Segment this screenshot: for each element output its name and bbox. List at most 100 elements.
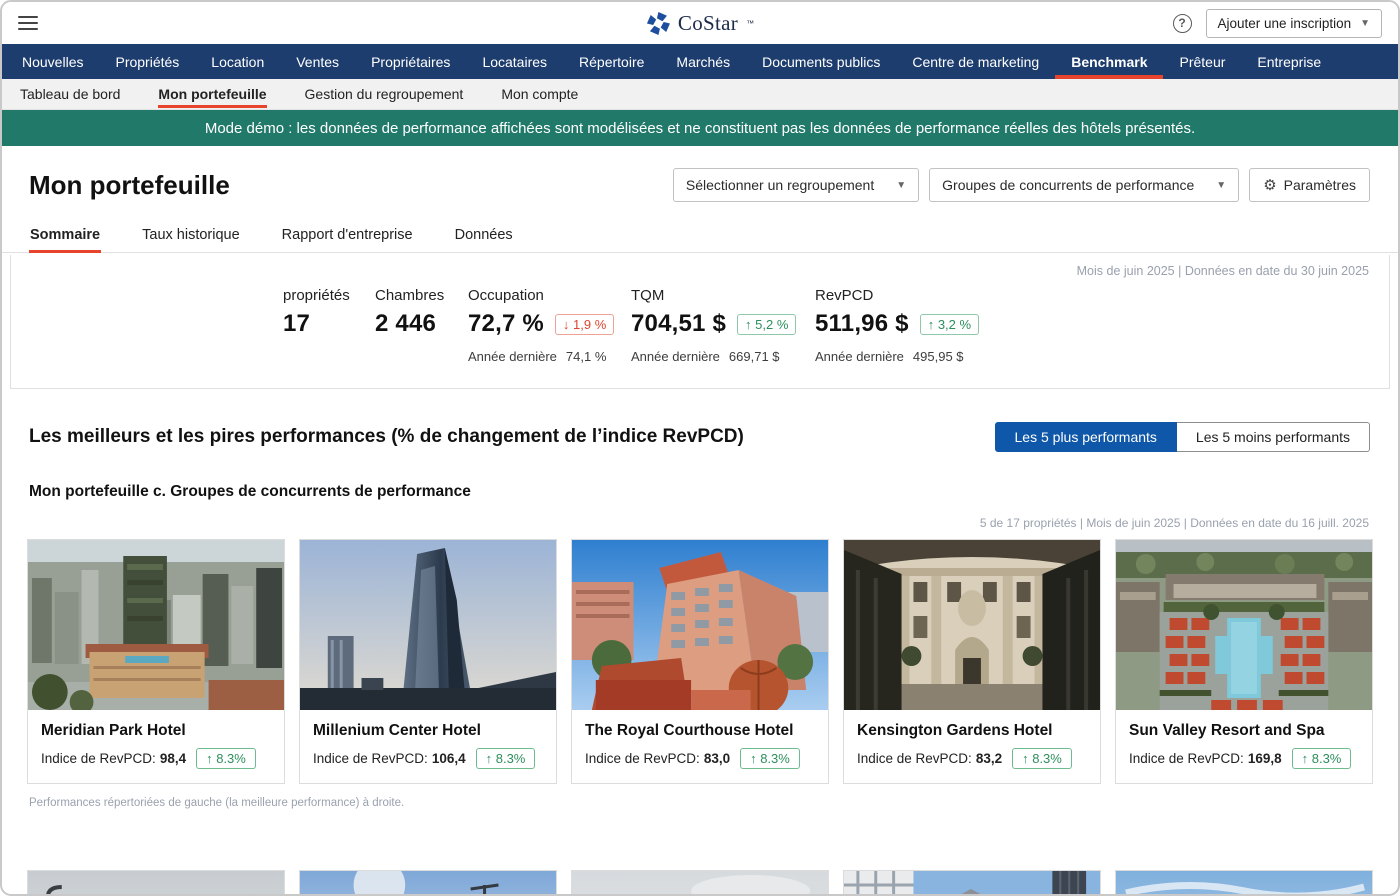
nav-item-nouvelles[interactable]: Nouvelles	[6, 44, 99, 79]
index-label: Indice de RevPCD:	[41, 751, 156, 766]
kpi-rooms: Chambres 2 446	[375, 287, 468, 364]
change-badge: ↑ 8.3%	[1012, 748, 1072, 769]
subnav-item-mon-portefeuille[interactable]: Mon portefeuille	[158, 81, 266, 108]
add-listing-label: Ajouter une inscription	[1218, 16, 1352, 31]
hotel-card-partial-1[interactable]	[27, 870, 285, 896]
change-value: 8.3%	[496, 751, 526, 766]
performers-toggle: Les 5 plus performants Les 5 moins perfo…	[995, 422, 1370, 452]
kpi-adr-value: 704,51 $	[631, 310, 726, 338]
change-value: 8.3%	[1312, 751, 1342, 766]
logo-text: CoStar	[678, 11, 738, 36]
change-badge: ↑ 8.3%	[196, 748, 256, 769]
subnav-item-gestion-du-regroupement[interactable]: Gestion du regroupement	[305, 81, 464, 108]
grouping-dropdown[interactable]: Sélectionner un regroupement ▼	[673, 168, 919, 202]
app-window: CoStar ™ ? Ajouter une inscription ▼ Nouv…	[0, 0, 1400, 896]
kpi-adr-change: 5,2 %	[755, 317, 788, 332]
hotel-card-meridian-park[interactable]: Meridian Park Hotel Indice de RevPCD: 98…	[27, 539, 285, 784]
hotel-photo-glass-tower	[300, 540, 556, 710]
kpi-revpar-label: RevPCD	[815, 287, 1015, 304]
hotel-card-partial-3[interactable]	[571, 870, 829, 896]
compset-dropdown[interactable]: Groupes de concurrents de performance ▼	[929, 168, 1239, 202]
chevron-down-icon: ▼	[896, 180, 906, 191]
chevron-down-icon: ▼	[1216, 180, 1226, 191]
kpi-occupancy-change: 1,9 %	[573, 317, 606, 332]
settings-label: Paramètres	[1284, 177, 1356, 193]
kpi-occupancy: Occupation 72,7 % ↓ 1,9 % Année dernière…	[468, 287, 631, 364]
summary-date-line: Mois de juin 2025 | Données en date du 3…	[31, 261, 1369, 278]
change-badge: ↑ 8.3%	[740, 748, 800, 769]
nav-item-proprietes[interactable]: Propriétés	[99, 44, 195, 79]
up-arrow-icon: ↑	[1022, 751, 1029, 766]
page-tabs: Sommaire Taux historique Rapport d'entre…	[2, 212, 1398, 253]
kpi-revpar-change: 3,2 %	[938, 317, 971, 332]
index-label: Indice de RevPCD:	[585, 751, 700, 766]
change-value: 8.3%	[216, 751, 246, 766]
summary-panel: Mois de juin 2025 | Données en date du 3…	[10, 255, 1390, 389]
nav-item-preteur[interactable]: Prêteur	[1163, 44, 1241, 79]
hotel-name: Kensington Gardens Hotel	[857, 722, 1087, 740]
tab-donnees[interactable]: Données	[454, 218, 514, 253]
kpi-revpar-lastyear: 495,95 $	[913, 349, 964, 364]
index-value: 106,4	[432, 751, 466, 766]
nav-item-benchmark[interactable]: Benchmark	[1055, 44, 1163, 79]
hotel-photo-partial	[572, 871, 828, 896]
tab-rapport-entreprise[interactable]: Rapport d'entreprise	[281, 218, 414, 253]
top-performers-toggle[interactable]: Les 5 plus performants	[995, 422, 1177, 452]
up-arrow-icon: ↑	[928, 317, 935, 332]
nav-item-marches[interactable]: Marchés	[660, 44, 746, 79]
page-title: Mon portefeuille	[29, 170, 230, 201]
change-value: 8.3%	[1032, 751, 1062, 766]
performance-footnote: Performances répertoriées de gauche (la …	[2, 784, 1398, 809]
index-label: Indice de RevPCD:	[313, 751, 428, 766]
nav-item-location[interactable]: Location	[195, 44, 280, 79]
hotel-card-sun-valley[interactable]: Sun Valley Resort and Spa Indice de RevP…	[1115, 539, 1373, 784]
hotel-photo-partial	[300, 871, 556, 896]
hotel-photo-aerial-cityscape	[28, 540, 284, 710]
hotel-card-partial-5[interactable]	[1115, 870, 1373, 896]
tab-taux-historique[interactable]: Taux historique	[141, 218, 241, 253]
nav-item-documents-publics[interactable]: Documents publics	[746, 44, 896, 79]
index-label: Indice de RevPCD:	[857, 751, 972, 766]
nav-item-proprietaires[interactable]: Propriétaires	[355, 44, 466, 79]
trademark: ™	[746, 19, 754, 28]
lastyear-label: Année dernière	[815, 349, 904, 364]
kpi-occupancy-label: Occupation	[468, 287, 631, 304]
hotel-card-partial-2[interactable]	[299, 870, 557, 896]
hotel-card-kensington-gardens[interactable]: Kensington Gardens Hotel Indice de RevPC…	[843, 539, 1101, 784]
hotel-card-partial-4[interactable]	[843, 870, 1101, 896]
settings-button[interactable]: ⚙ Paramètres	[1249, 168, 1370, 202]
kpi-properties: propriétés 17	[283, 287, 375, 364]
add-listing-button[interactable]: Ajouter une inscription ▼	[1206, 9, 1382, 38]
chevron-down-icon: ▼	[1360, 18, 1370, 29]
help-icon[interactable]: ?	[1173, 14, 1192, 33]
subnav-item-mon-compte[interactable]: Mon compte	[501, 81, 578, 108]
nav-item-repertoire[interactable]: Répertoire	[563, 44, 660, 79]
hotel-card-royal-courthouse[interactable]: The Royal Courthouse Hotel Indice de Rev…	[571, 539, 829, 784]
lastyear-label: Année dernière	[631, 349, 720, 364]
nav-item-entreprise[interactable]: Entreprise	[1241, 44, 1337, 79]
performance-section-title: Les meilleurs et les pires performances …	[29, 426, 744, 448]
up-arrow-icon: ↑	[745, 317, 752, 332]
nav-item-centre-de-marketing[interactable]: Centre de marketing	[896, 44, 1055, 79]
hotel-name: The Royal Courthouse Hotel	[585, 722, 815, 740]
tab-sommaire[interactable]: Sommaire	[29, 218, 101, 253]
kpi-properties-label: propriétés	[283, 287, 375, 304]
kpi-rooms-value: 2 446	[375, 310, 468, 338]
main-nav: Nouvelles Propriétés Location Ventes Pro…	[2, 44, 1398, 79]
hotel-name: Millenium Center Hotel	[313, 722, 543, 740]
index-value: 98,4	[160, 751, 186, 766]
nav-item-locataires[interactable]: Locataires	[466, 44, 563, 79]
costar-pinwheel-icon	[646, 11, 671, 36]
nav-item-ventes[interactable]: Ventes	[280, 44, 355, 79]
kpi-adr-label: TQM	[631, 287, 815, 304]
hotel-photo-resort-pool	[1116, 540, 1372, 710]
hamburger-menu-icon[interactable]	[18, 16, 38, 30]
subnav-item-tableau-de-bord[interactable]: Tableau de bord	[20, 81, 120, 108]
kpi-occupancy-change-badge: ↓ 1,9 %	[555, 314, 614, 335]
costar-logo: CoStar ™	[646, 11, 754, 36]
hotel-card-millenium-center[interactable]: Millenium Center Hotel Indice de RevPCD:…	[299, 539, 557, 784]
down-arrow-icon: ↓	[563, 317, 570, 332]
kpi-adr-change-badge: ↑ 5,2 %	[737, 314, 796, 335]
hotel-photo-partial	[844, 871, 1100, 896]
bottom-performers-toggle[interactable]: Les 5 moins performants	[1177, 422, 1370, 452]
